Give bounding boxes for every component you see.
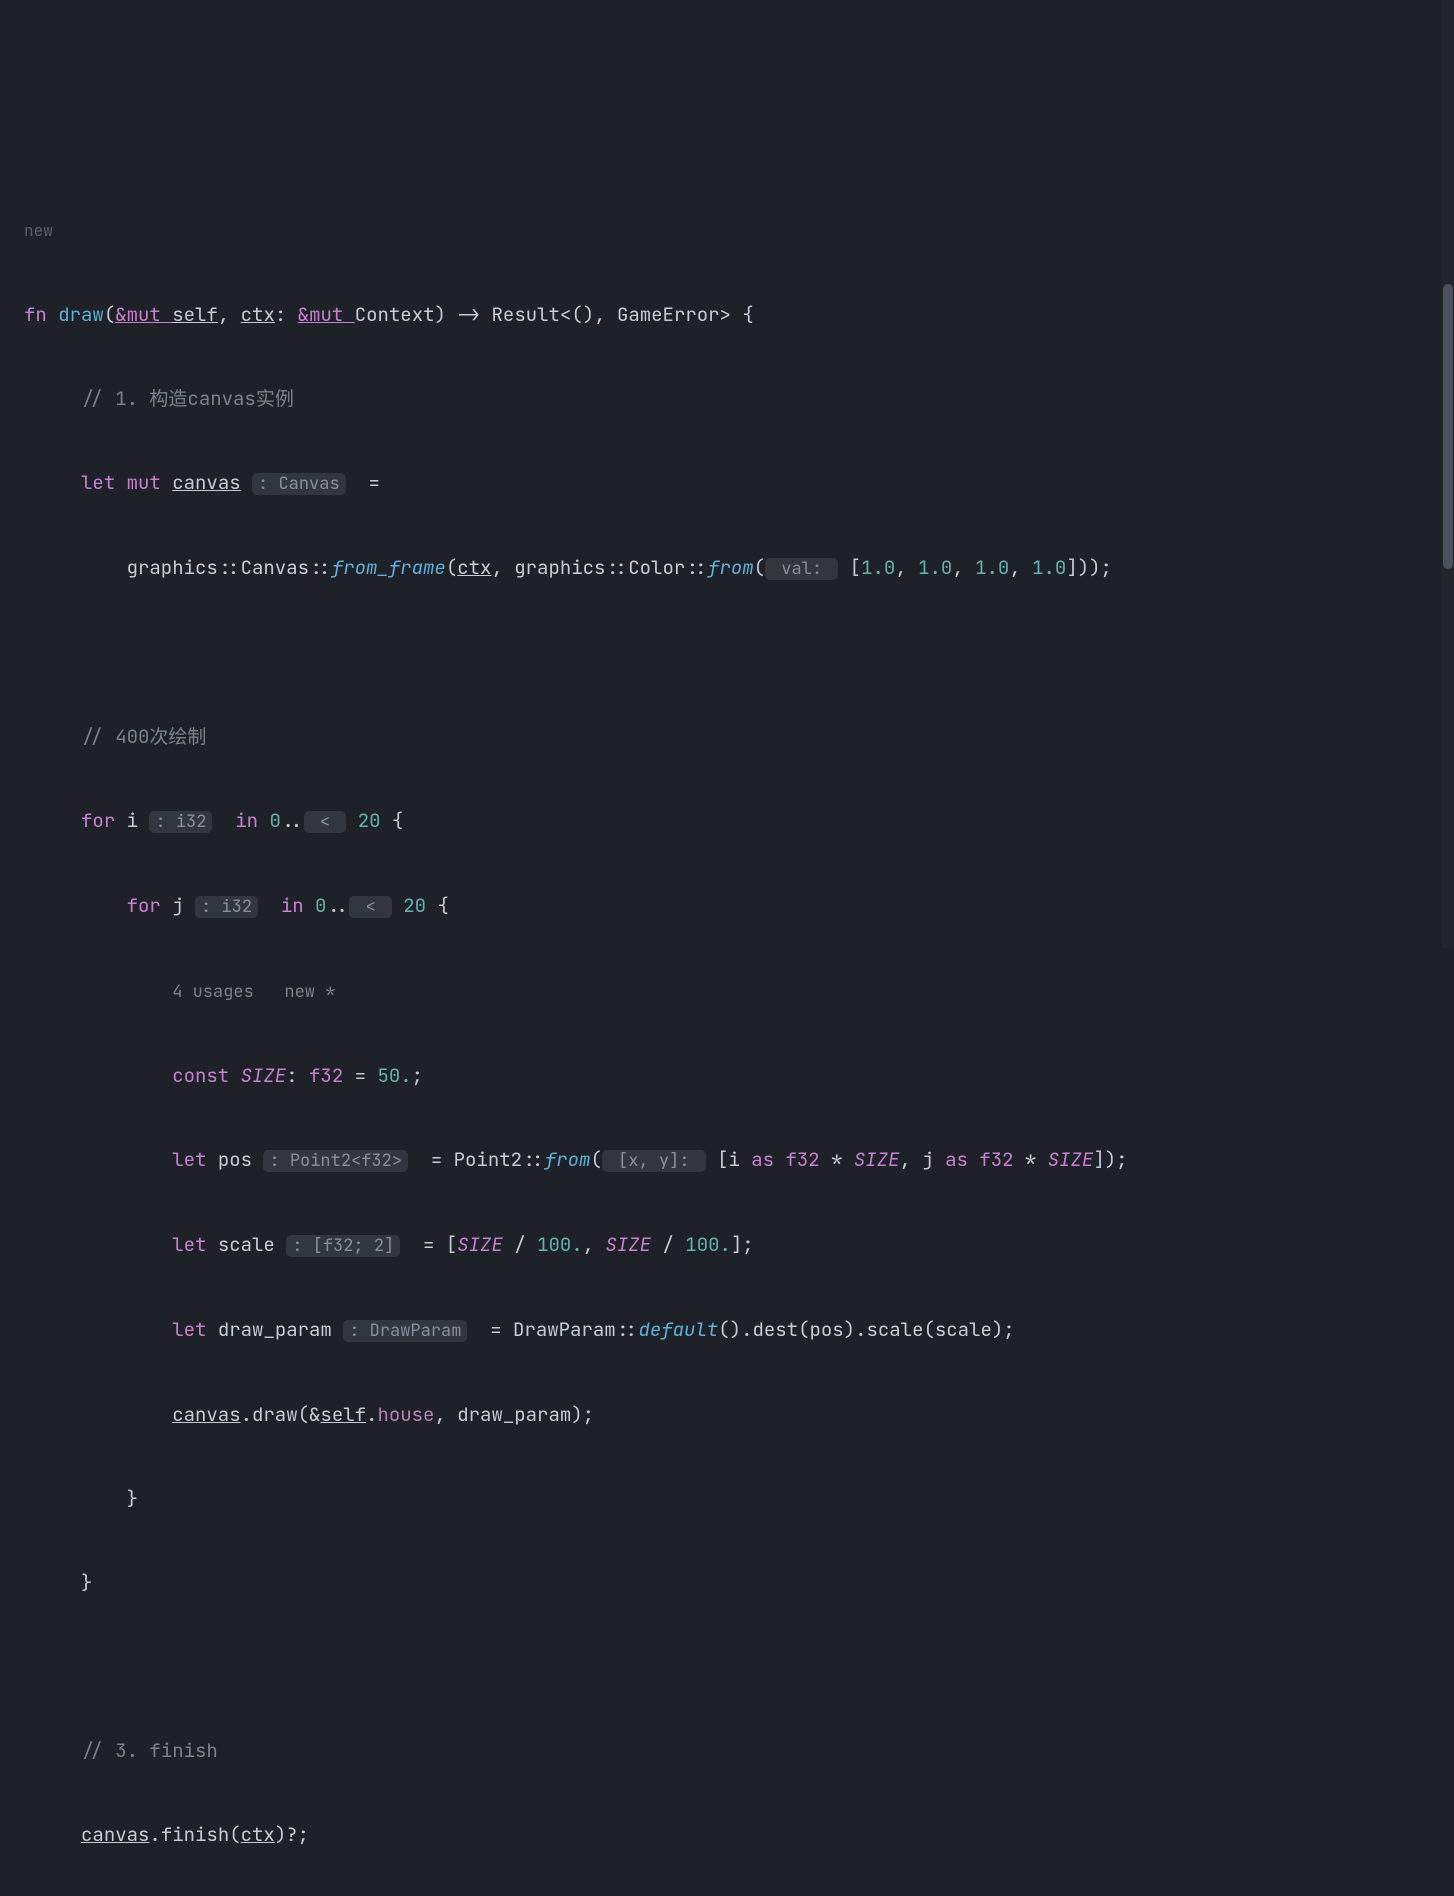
keyword-let: let: [81, 470, 127, 495]
scrollbar-thumb[interactable]: [1443, 284, 1453, 568]
type-hint: : i32: [149, 811, 212, 833]
keyword-as: as: [945, 1147, 979, 1172]
var-i: i: [127, 808, 138, 833]
keyword-as: as: [751, 1147, 785, 1172]
var-pos: pos: [218, 1147, 252, 1172]
keyword-let: let: [172, 1147, 218, 1172]
code-line[interactable]: let mut canvas : Canvas =: [24, 462, 1454, 505]
var-ctx: ctx: [241, 1822, 275, 1847]
keyword-mut: mut: [127, 470, 173, 495]
keyword-for: for: [81, 808, 127, 833]
code-line[interactable]: let scale : [f32; 2] = [SIZE / 100., SIZ…: [24, 1224, 1454, 1267]
comment: // 1. 构造canvas实例: [81, 386, 294, 411]
code-line[interactable]: // 1. 构造canvas实例: [24, 378, 1454, 420]
var-canvas: canvas: [172, 1402, 240, 1427]
blank-line[interactable]: [24, 1646, 1454, 1688]
keyword-in: in: [212, 808, 269, 833]
type-f32: f32: [979, 1147, 1013, 1172]
var-self: self: [320, 1402, 366, 1427]
var-canvas: canvas: [81, 1822, 149, 1847]
type-hint: : Canvas: [252, 473, 346, 495]
code-line[interactable]: for i : i32 in 0.. < 20 {: [24, 800, 1454, 843]
brace-close: }: [127, 1486, 138, 1511]
var-draw-param: draw_param: [218, 1317, 332, 1342]
param-self: self: [172, 302, 218, 327]
keyword-let: let: [172, 1232, 218, 1257]
code-line[interactable]: const SIZE: f32 = 50.;: [24, 1055, 1454, 1097]
var-canvas: canvas: [172, 470, 240, 495]
keyword-for: for: [127, 893, 173, 918]
type-result: Result: [492, 302, 560, 327]
code-line[interactable]: fn draw(&mut self, ctx: &mut Context) ->…: [24, 294, 1454, 336]
code-editor[interactable]: new fn draw(&mut self, ctx: &mut Context…: [0, 168, 1454, 1896]
fn-name-draw: draw: [58, 302, 104, 327]
code-line[interactable]: // 400次绘制: [24, 716, 1454, 758]
const-size: SIZE: [241, 1063, 287, 1088]
field-house: house: [377, 1402, 434, 1427]
call-from: from: [545, 1147, 591, 1172]
code-line[interactable]: 4 usages new *: [24, 970, 1454, 1013]
var-ctx: ctx: [457, 555, 491, 580]
usages-hint[interactable]: 4 usages new *: [172, 981, 335, 1003]
type-context: Context: [355, 302, 435, 327]
comment: // 400次绘制: [81, 724, 206, 749]
range-hint: <: [349, 896, 392, 918]
code-line[interactable]: graphics::Canvas::from_frame(ctx, graphi…: [24, 547, 1454, 590]
code-line[interactable]: for j : i32 in 0.. < 20 {: [24, 885, 1454, 928]
code-line[interactable]: }: [24, 1478, 1454, 1520]
vertical-scrollbar[interactable]: [1442, 0, 1454, 948]
type-hint: : DrawParam: [343, 1320, 467, 1342]
brace-close: }: [81, 1570, 92, 1595]
call-from: from: [708, 555, 754, 580]
code-line[interactable]: canvas.draw(&self.house, draw_param);: [24, 1394, 1454, 1436]
const-size: SIZE: [457, 1232, 503, 1257]
blank-line[interactable]: [24, 632, 1454, 674]
code-line[interactable]: let pos : Point2<f32> = Point2::from( [x…: [24, 1139, 1454, 1182]
code-line[interactable]: let draw_param : DrawParam = DrawParam::…: [24, 1309, 1454, 1352]
var-scale: scale: [218, 1232, 275, 1257]
param-ctx: ctx: [241, 302, 275, 327]
keyword-let: let: [172, 1317, 218, 1342]
type-hint: : [f32; 2]: [286, 1235, 400, 1257]
code-line[interactable]: }: [24, 1562, 1454, 1604]
range-hint: <: [304, 811, 347, 833]
const-size: SIZE: [605, 1232, 651, 1257]
keyword-fn: fn: [24, 302, 58, 327]
keyword-in: in: [258, 893, 315, 918]
call-default: default: [638, 1317, 718, 1342]
param-hint: [x, y]:: [602, 1150, 706, 1172]
type-f32: f32: [785, 1147, 819, 1172]
var-j: j: [172, 893, 183, 918]
param-hint: val:: [765, 558, 838, 580]
comment: // 3. finish: [81, 1738, 218, 1763]
call-from-frame: from_frame: [332, 555, 446, 580]
hint-partial: new: [24, 210, 1454, 252]
code-line[interactable]: // 3. finish: [24, 1730, 1454, 1772]
type-f32: f32: [309, 1063, 343, 1088]
const-size: SIZE: [1048, 1147, 1094, 1172]
keyword-const: const: [172, 1063, 240, 1088]
type-gameerror: GameError: [617, 302, 720, 327]
keyword-amp-mut: &mut: [115, 302, 172, 327]
const-size: SIZE: [854, 1147, 900, 1172]
type-hint: : i32: [195, 896, 258, 918]
code-line[interactable]: canvas.finish(ctx)?;: [24, 1814, 1454, 1856]
type-hint: : Point2<f32>: [263, 1150, 408, 1172]
